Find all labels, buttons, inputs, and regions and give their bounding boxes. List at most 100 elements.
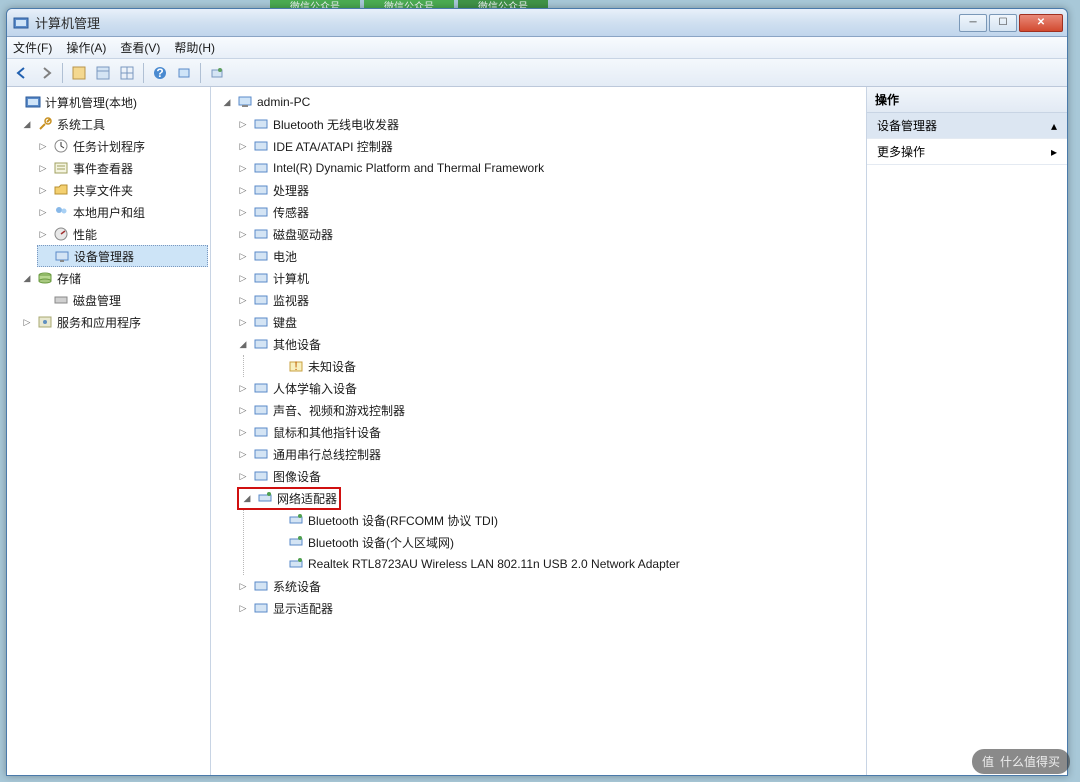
device-root[interactable]: ◢ admin-PC [213,91,864,113]
tree-device-manager[interactable]: ▷设备管理器 [37,245,208,267]
menubar: 文件(F) 操作(A) 查看(V) 帮助(H) [7,37,1067,59]
device-category[interactable]: ▷IDE ATA/ATAPI 控制器 [237,135,864,157]
window-title: 计算机管理 [35,13,959,32]
device-item[interactable]: ▷Realtek RTL8723AU Wireless LAN 802.11n … [272,553,864,575]
device-category[interactable]: ▷磁盘驱动器 [237,223,864,245]
device-category[interactable]: ▷Bluetooth 无线电收发器 [237,113,864,135]
device-category[interactable]: ▷Intel(R) Dynamic Platform and Thermal F… [237,157,864,179]
expand-icon[interactable]: ▷ [237,228,249,240]
tree-services-apps[interactable]: ▷ 服务和应用程序 [21,311,208,333]
expand-icon[interactable]: ◢ [241,492,253,504]
actions-pane: 操作 设备管理器 ▴ 更多操作 ▸ [867,87,1067,775]
expand-icon[interactable]: ▷ [237,316,249,328]
expand-icon[interactable]: ▷ [21,316,33,328]
tree-system-tools[interactable]: ◢ 系统工具 [21,113,208,135]
device-item[interactable]: ▷Bluetooth 设备(RFCOMM 协议 TDI) [272,509,864,531]
expand-icon[interactable]: ▷ [237,206,249,218]
actions-context[interactable]: 设备管理器 ▴ [867,113,1067,139]
device-item[interactable]: ▷!未知设备 [272,355,864,377]
device-category[interactable]: ◢其他设备 [237,333,864,355]
tree-storage[interactable]: ◢ 存储 [21,267,208,289]
window-buttons: ─ ☐ ✕ [959,14,1063,32]
expand-icon[interactable]: ▷ [237,382,249,394]
expand-icon[interactable]: ▷ [37,228,49,240]
titlebar[interactable]: 计算机管理 ─ ☐ ✕ [7,9,1067,37]
separator [200,63,201,83]
app-icon [13,15,29,31]
minimize-button[interactable]: ─ [959,14,987,32]
tree-root[interactable]: ▷ 计算机管理(本地) [9,91,208,113]
tree-performance[interactable]: ▷性能 [37,223,208,245]
tree-local-users[interactable]: ▷本地用户和组 [37,201,208,223]
toolbar: ? [7,59,1067,87]
device-icon [288,534,304,550]
separator [62,63,63,83]
disk-icon [53,292,69,308]
scan-button[interactable] [206,62,228,84]
device-icon [253,292,269,308]
menu-action[interactable]: 操作(A) [66,39,106,56]
collapse-icon[interactable]: ◢ [221,96,233,108]
device-category[interactable]: ▷处理器 [237,179,864,201]
device-tree-pane[interactable]: ◢ admin-PC ▷Bluetooth 无线电收发器▷IDE ATA/ATA… [211,87,867,775]
device-category[interactable]: ▷监视器 [237,289,864,311]
device-category[interactable]: ▷显示适配器 [237,597,864,619]
collapse-icon[interactable]: ◢ [21,272,33,284]
console-tree-pane[interactable]: ▷ 计算机管理(本地) ◢ 系统工具 ▷任务计划程序 ▷事件查看器 ▷共享文件夹… [7,87,211,775]
expand-icon[interactable]: ▷ [237,272,249,284]
expand-icon[interactable]: ▷ [237,602,249,614]
device-category[interactable]: ▷鼠标和其他指针设备 [237,421,864,443]
actions-header: 操作 [867,87,1067,113]
expand-icon[interactable]: ◢ [237,338,249,350]
back-button[interactable] [11,62,33,84]
device-category[interactable]: ▷声音、视频和游戏控制器 [237,399,864,421]
expand-icon[interactable]: ▷ [237,118,249,130]
expand-icon[interactable]: ▷ [237,448,249,460]
expand-icon[interactable]: ▷ [37,184,49,196]
help-button[interactable]: ? [149,62,171,84]
show-hide-tree-button[interactable] [68,62,90,84]
device-category[interactable]: ▷人体学输入设备 [237,377,864,399]
device-icon [253,402,269,418]
expand-icon[interactable]: ▷ [237,470,249,482]
expand-icon[interactable]: ▷ [237,140,249,152]
device-category[interactable]: ▷键盘 [237,311,864,333]
device-category[interactable]: ▷系统设备 [237,575,864,597]
expand-icon[interactable]: ▷ [237,404,249,416]
device-icon [253,160,269,176]
tree-task-scheduler[interactable]: ▷任务计划程序 [37,135,208,157]
device-category[interactable]: ▷电池 [237,245,864,267]
computer-icon [237,94,253,110]
menu-file[interactable]: 文件(F) [13,39,52,56]
refresh-button[interactable] [173,62,195,84]
expand-icon[interactable]: ▷ [37,206,49,218]
device-manager-icon [54,248,70,264]
maximize-button[interactable]: ☐ [989,14,1017,32]
device-item[interactable]: ▷Bluetooth 设备(个人区域网) [272,531,864,553]
actions-more[interactable]: 更多操作 ▸ [867,139,1067,165]
device-category[interactable]: ▷计算机 [237,267,864,289]
tree-shared-folders[interactable]: ▷共享文件夹 [37,179,208,201]
device-icon [253,270,269,286]
menu-view[interactable]: 查看(V) [120,39,160,56]
device-category[interactable]: ▷图像设备 [237,465,864,487]
close-button[interactable]: ✕ [1019,14,1063,32]
forward-button[interactable] [35,62,57,84]
expand-icon[interactable]: ▷ [237,162,249,174]
expand-icon[interactable]: ▷ [237,426,249,438]
device-category[interactable]: ◢网络适配器 [237,487,864,509]
expand-icon[interactable]: ▷ [37,162,49,174]
expand-icon[interactable]: ▷ [37,140,49,152]
expand-icon[interactable]: ▷ [237,184,249,196]
collapse-icon[interactable]: ◢ [21,118,33,130]
tree-disk-management[interactable]: ▷磁盘管理 [37,289,208,311]
expand-icon[interactable]: ▷ [237,580,249,592]
view-button[interactable] [116,62,138,84]
expand-icon[interactable]: ▷ [237,250,249,262]
device-category[interactable]: ▷传感器 [237,201,864,223]
tree-event-viewer[interactable]: ▷事件查看器 [37,157,208,179]
device-category[interactable]: ▷通用串行总线控制器 [237,443,864,465]
menu-help[interactable]: 帮助(H) [174,39,215,56]
properties-button[interactable] [92,62,114,84]
expand-icon[interactable]: ▷ [237,294,249,306]
